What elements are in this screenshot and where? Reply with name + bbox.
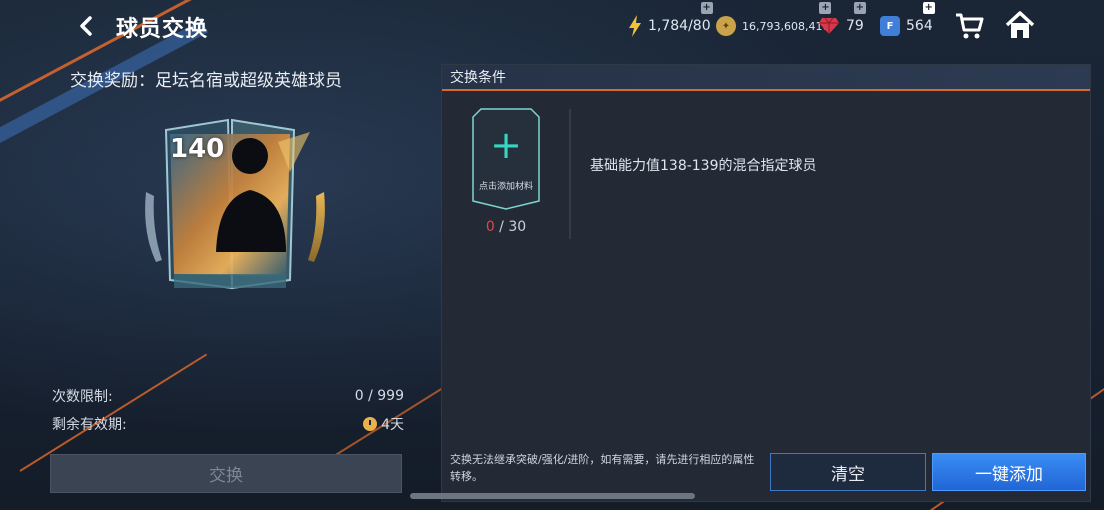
exchange-button[interactable]: 交换 [50,454,402,493]
gems-value: 79 [846,18,864,34]
add-energy-icon[interactable]: + [700,2,713,14]
coins-value: 16,793,608,416 [742,19,830,33]
points-value: 564 [906,18,933,34]
gem-icon [819,17,839,34]
add-all-button[interactable]: 一键添加 [932,453,1086,491]
home-button[interactable] [1004,10,1036,40]
expiry-label: 剩余有效期: [52,417,127,433]
requirement-text: 基础能力值138-139的混合指定球员 [590,158,817,174]
back-button[interactable] [72,12,100,40]
limit-row: 次数限制: 0 / 999 [52,386,404,406]
reward-label: 交换奖励：足坛名宿或超级英雄球员 [70,71,342,91]
points-icon: F [880,16,900,36]
add-gems-icon[interactable]: + [853,2,866,14]
energy-value: 1,784/80 [648,18,711,34]
home-icon [1005,11,1035,38]
horizontal-scrollbar[interactable] [410,493,695,499]
panel-title: 交换条件 [442,65,1090,91]
lightning-icon [629,15,641,37]
page-title: 球员交换 [116,17,209,42]
reward-player-card[interactable]: 140 [140,112,330,298]
expiry-value: 4天 [381,417,404,433]
plus-icon: + [490,123,522,167]
shop-cart-button[interactable] [954,12,984,40]
add-material-slot[interactable]: + 点击添加材料 [471,107,541,211]
coin-icon: ✦ [716,16,736,36]
add-coins-icon[interactable]: + [819,2,832,14]
cart-icon [956,13,984,39]
expiry-row: 剩余有效期: 4天 [52,414,404,434]
exchange-conditions-panel: 交换条件 + 点击添加材料 0 / 30 基础能力值138-139的混合指定球员… [441,64,1091,502]
player-card-image [145,118,325,290]
material-current: 0 [485,219,495,235]
chevron-left-icon [80,16,92,36]
limit-label: 次数限制: [52,389,113,405]
material-count: 0 / 30 [471,219,541,235]
card-rating: 140 [170,134,225,164]
timer-icon [363,417,378,431]
energy-resource[interactable]: 1,784/80 + [628,2,713,38]
points-resource[interactable]: F 564 + [880,2,935,38]
material-total: / 30 [494,219,527,235]
limit-value: 0 / 999 [354,388,404,404]
gems-resource[interactable]: 79 + [818,2,866,38]
clear-button[interactable]: 清空 [770,453,926,491]
slot-label: 点击添加材料 [478,182,533,192]
exchange-note: 交换无法继承突破/强化/进阶，如有需要，请先进行相应的属性转移。 [450,453,755,483]
divider [569,109,571,239]
top-bar: 球员交换 1,784/80 + ✦ 16,793,608,416 + 79 + … [0,0,1104,52]
coins-resource[interactable]: ✦ 16,793,608,416 + [716,2,832,38]
add-points-icon[interactable]: + [922,2,935,14]
expiry-value-wrap: 4天 [363,414,404,434]
